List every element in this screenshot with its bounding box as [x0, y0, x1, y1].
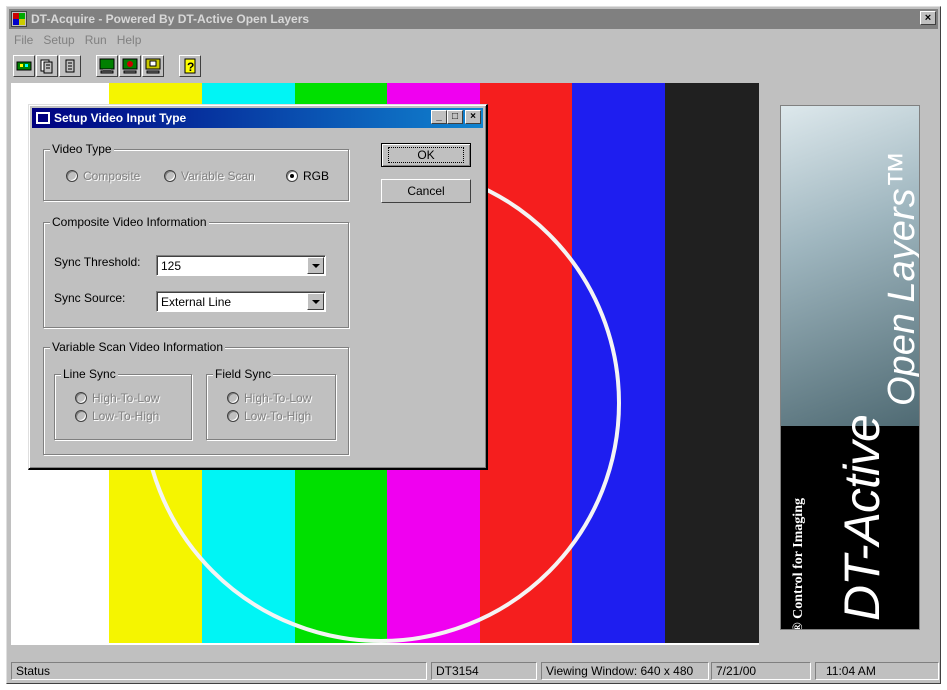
- status-bar: Status DT3154 Viewing Window: 640 x 480 …: [9, 661, 939, 681]
- dt-active-logo: DT-Active Open Layers™ ActiveX® Control …: [780, 105, 920, 630]
- sync-source-label: Sync Source:: [54, 291, 126, 305]
- toolbar: ?: [9, 51, 938, 81]
- status-text: Status: [11, 662, 427, 680]
- sync-threshold-label: Sync Threshold:: [54, 255, 141, 269]
- line-sync-group: Line Sync High-To-Low Low-To-High: [54, 367, 192, 440]
- color-bar-dark: [665, 83, 759, 643]
- help-icon[interactable]: ?: [179, 55, 201, 77]
- status-date: 7/21/00: [711, 662, 811, 680]
- logo-tagline: ActiveX® Control for Imaging: [791, 498, 806, 630]
- menu-bar: File Setup Run Help: [9, 31, 938, 49]
- logo-brand: DT-Active: [834, 415, 890, 621]
- menu-setup[interactable]: Setup: [38, 33, 79, 47]
- live-monitor-icon[interactable]: [96, 55, 118, 77]
- status-viewing-window: Viewing Window: 640 x 480: [541, 662, 709, 680]
- line-sync-label: Line Sync: [61, 367, 118, 381]
- chevron-down-icon[interactable]: [307, 293, 324, 310]
- variable-scan-group: Variable Scan Video Information Line Syn…: [43, 340, 349, 455]
- chevron-down-icon[interactable]: [307, 257, 324, 274]
- variable-scan-radio[interactable]: Variable Scan: [164, 169, 255, 183]
- field-sync-group: Field Sync High-To-Low Low-To-High: [206, 367, 336, 440]
- dialog-icon: [36, 112, 50, 124]
- sync-threshold-select[interactable]: 125: [156, 255, 326, 276]
- composite-info-label: Composite Video Information: [50, 215, 209, 229]
- field-sync-low-to-high-radio[interactable]: Low-To-High: [227, 409, 311, 423]
- acquire-single-icon[interactable]: [59, 55, 81, 77]
- dialog-title-bar[interactable]: Setup Video Input Type _ □ ×: [32, 108, 483, 128]
- dialog-close-button[interactable]: ×: [465, 110, 481, 124]
- menu-run[interactable]: Run: [80, 33, 112, 47]
- svg-text:?: ?: [187, 60, 194, 74]
- field-sync-high-to-low-radio[interactable]: High-To-Low: [227, 391, 311, 405]
- menu-file[interactable]: File: [9, 33, 38, 47]
- maximize-button[interactable]: □: [447, 110, 463, 124]
- acquire-icon[interactable]: [36, 55, 58, 77]
- setup-video-input-dialog: Setup Video Input Type _ □ × Video Type …: [28, 104, 488, 470]
- video-type-label: Video Type: [50, 142, 114, 156]
- rgb-radio[interactable]: RGB: [286, 169, 329, 183]
- title-bar[interactable]: DT-Acquire - Powered By DT-Active Open L…: [9, 9, 938, 29]
- close-button[interactable]: ×: [920, 11, 936, 25]
- field-sync-label: Field Sync: [213, 367, 274, 381]
- board-icon[interactable]: [13, 55, 35, 77]
- dialog-title: Setup Video Input Type: [54, 111, 187, 125]
- composite-radio[interactable]: Composite: [66, 169, 140, 183]
- freeze-monitor-icon[interactable]: [119, 55, 141, 77]
- line-sync-low-to-high-radio[interactable]: Low-To-High: [75, 409, 159, 423]
- snapshot-monitor-icon[interactable]: [142, 55, 164, 77]
- status-board: DT3154: [431, 662, 537, 680]
- menu-help[interactable]: Help: [112, 33, 147, 47]
- sync-threshold-value: 125: [161, 259, 182, 273]
- sync-source-select[interactable]: External Line: [156, 291, 326, 312]
- logo-brand-sub: Open Layers™: [881, 150, 920, 406]
- minimize-button[interactable]: _: [431, 110, 447, 124]
- variable-scan-label: Variable Scan Video Information: [50, 340, 225, 354]
- sync-source-value: External Line: [161, 295, 232, 309]
- line-sync-high-to-low-radio[interactable]: High-To-Low: [75, 391, 159, 405]
- video-type-group: Video Type Composite Variable Scan RGB: [43, 142, 349, 201]
- composite-info-group: Composite Video Information Sync Thresho…: [43, 215, 349, 328]
- app-icon: [11, 11, 27, 27]
- cancel-button[interactable]: Cancel: [381, 179, 471, 203]
- window-title: DT-Acquire - Powered By DT-Active Open L…: [31, 12, 310, 26]
- status-time: 11:04 AM: [815, 662, 939, 680]
- ok-button[interactable]: OK: [381, 143, 471, 167]
